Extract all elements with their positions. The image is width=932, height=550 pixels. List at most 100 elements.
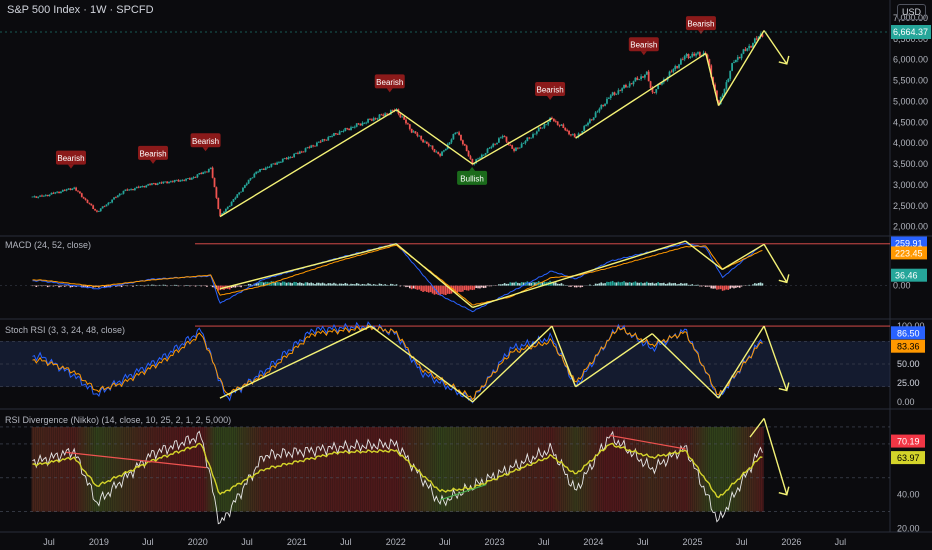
macd-histogram-bar <box>46 285 49 288</box>
macd-histogram-bar <box>416 285 419 290</box>
price-candle <box>50 192 53 195</box>
price-candle <box>524 141 527 144</box>
macd-histogram-bar <box>617 281 620 286</box>
macd-histogram-bar <box>310 282 313 286</box>
price-candle <box>171 181 174 183</box>
price-candle <box>670 71 673 73</box>
macd-histogram-bar <box>289 282 292 286</box>
macd-histogram-bar <box>183 285 185 287</box>
price-candle <box>41 195 43 197</box>
price-candle <box>378 114 381 119</box>
price-candle <box>315 142 318 147</box>
rsi-pane-label: RSI Divergence (Nikko) (14, close, 10, 2… <box>5 415 232 425</box>
price-tick-label: 2,500.00 <box>893 201 928 211</box>
rsi-zone-fill <box>761 426 764 512</box>
macd-histogram-bar <box>714 285 716 289</box>
price-candle <box>211 167 214 178</box>
macd-histogram-bar <box>247 284 250 286</box>
macd-histogram-bar <box>462 285 464 292</box>
macd-histogram-bar <box>736 285 739 288</box>
price-candle <box>515 147 517 151</box>
price-candle <box>255 171 258 174</box>
macd-histogram-bar <box>321 282 324 286</box>
price-candle <box>674 66 677 70</box>
time-axis-label: Jul <box>538 537 550 547</box>
price-candle <box>113 197 115 200</box>
bearish-label-text: Bearish <box>139 149 166 158</box>
price-candle <box>319 141 322 143</box>
price-candle <box>643 74 646 78</box>
time-axis-label: Jul <box>439 537 451 547</box>
price-candle <box>253 173 256 178</box>
price-candle <box>460 134 462 141</box>
price-candle <box>693 53 696 56</box>
price-candle <box>441 151 443 156</box>
macd-histogram-bar <box>573 285 576 288</box>
price-candle <box>33 196 36 198</box>
macd-histogram-bar <box>680 282 682 286</box>
macd-histogram-bar <box>598 283 601 286</box>
macd-histogram-bar <box>759 282 762 286</box>
macd-histogram-bar <box>408 285 411 289</box>
macd-histogram-bar <box>414 285 417 290</box>
stoch-tick-label: 0.00 <box>897 397 915 407</box>
price-candle <box>370 119 373 121</box>
price-candle <box>537 127 540 132</box>
price-candle <box>187 178 189 179</box>
price-candle <box>590 119 593 121</box>
price-candle <box>562 124 565 129</box>
price-candle <box>278 161 280 163</box>
macd-histogram-bar <box>300 282 303 286</box>
macd-histogram-bar <box>570 285 572 287</box>
price-candle <box>88 202 91 204</box>
price-candle <box>484 153 487 155</box>
price-candle <box>192 177 195 178</box>
macd-histogram-bar <box>283 281 286 286</box>
time-axis-label: Jul <box>340 537 352 547</box>
macd-histogram-bar <box>441 285 443 295</box>
chart-title: S&P 500 Index · 1W · SPCFD <box>7 4 154 16</box>
macd-histogram-bar <box>577 285 580 287</box>
price-candle <box>213 177 216 188</box>
price-candle <box>344 127 347 131</box>
price-candle <box>82 197 85 199</box>
macd-histogram-bar <box>630 282 633 286</box>
price-candle <box>731 63 733 71</box>
currency-button[interactable]: USD <box>897 4 926 20</box>
bearish-label-text: Bearish <box>376 78 403 87</box>
price-candle <box>141 186 144 187</box>
macd-histogram-bar <box>211 285 214 288</box>
price-candle <box>158 182 161 184</box>
price-candle <box>164 181 167 183</box>
price-candle <box>228 205 231 207</box>
bearish-label-text: Bearish <box>192 137 219 146</box>
price-candle <box>439 154 442 156</box>
rsi-tick-label: 40.00 <box>897 490 920 500</box>
macd-histogram-bar <box>118 285 121 287</box>
macd-histogram-bar <box>363 284 366 286</box>
price-candle <box>92 205 95 210</box>
price-candle <box>179 180 182 182</box>
macd-histogram-bar <box>445 285 447 296</box>
price-candle <box>268 166 271 168</box>
price-candle <box>621 88 624 91</box>
stoch-pane-label: Stoch RSI (3, 3, 24, 48, close) <box>5 325 126 335</box>
macd-histogram-bar <box>458 285 460 292</box>
chart-canvas[interactable]: 2,000.00 2,500.00 3,000.00 3,500.00 4,000.00… <box>0 0 932 550</box>
macd-histogram-bar <box>589 284 591 286</box>
macd-histogram-bar <box>556 283 559 286</box>
price-candle <box>435 151 438 153</box>
price-tick-label: 5,500.00 <box>893 76 928 86</box>
price-candle <box>734 59 737 63</box>
macd-histogram-bar <box>132 285 134 287</box>
macd-histogram-bar <box>173 284 176 286</box>
price-candle <box>109 202 112 204</box>
macd-histogram-bar <box>755 283 758 286</box>
price-candle <box>60 191 62 194</box>
price-candle <box>630 83 633 85</box>
price-candle <box>552 118 555 122</box>
price-candle <box>236 194 239 198</box>
price-candle <box>683 56 686 60</box>
price-candle <box>560 124 563 126</box>
price-candle <box>534 133 536 135</box>
